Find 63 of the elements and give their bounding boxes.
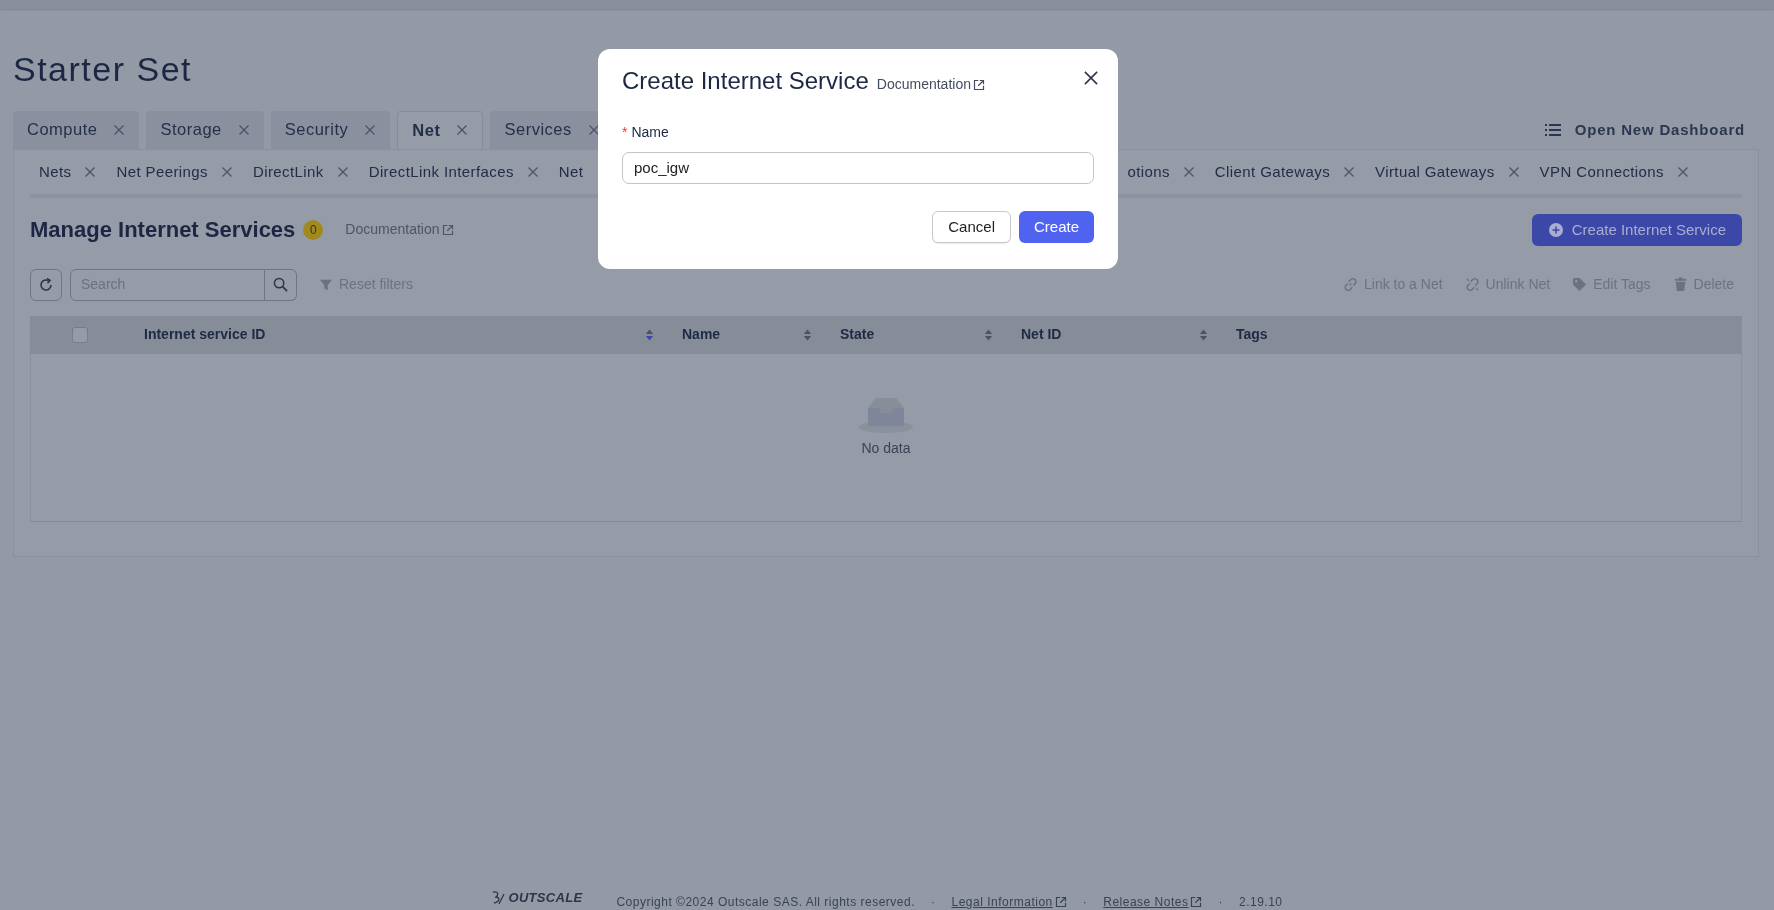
external-link-icon xyxy=(441,223,454,236)
footer-link[interactable]: Release Notes xyxy=(1103,893,1203,910)
sub-tab[interactable]: Virtual Gateways xyxy=(1366,160,1529,184)
column-header: State xyxy=(840,325,875,345)
documentation-link[interactable]: Documentation xyxy=(876,74,985,95)
select-all-checkbox[interactable] xyxy=(72,326,88,343)
close-icon xyxy=(587,123,600,136)
sub-tab[interactable]: Nets xyxy=(30,160,106,184)
separator-dot: · xyxy=(931,894,936,910)
refresh-button[interactable] xyxy=(30,268,62,301)
tab[interactable]: Compute xyxy=(13,110,140,149)
tab[interactable]: Storage xyxy=(146,110,264,149)
open-dashboard-button[interactable]: Open New Dashboard xyxy=(1538,117,1759,143)
column-header: Net ID xyxy=(1021,325,1062,345)
sub-tab[interactable]: Client Gateways xyxy=(1205,160,1365,184)
sub-tab[interactable]: VPN Connections xyxy=(1530,160,1698,184)
sub-tab[interactable]: otions xyxy=(1118,160,1204,184)
external-link-icon xyxy=(1190,896,1203,908)
column-header: Internet service ID xyxy=(144,325,266,345)
footer-text: Copyright ©2024 Outscale SAS. All rights reserved. xyxy=(616,894,915,910)
trash-icon xyxy=(1672,277,1688,293)
external-link-icon xyxy=(972,78,985,91)
required-mark: * xyxy=(622,122,628,142)
search-icon xyxy=(273,277,288,293)
external-link-icon xyxy=(1054,896,1067,908)
close-button[interactable] xyxy=(1082,69,1100,87)
section-title: Manage Internet Services xyxy=(30,216,296,243)
list-icon xyxy=(1544,122,1561,137)
cancel-button[interactable]: Cancel xyxy=(932,210,1011,243)
close-icon xyxy=(456,124,469,137)
sub-tab[interactable]: Net xyxy=(549,160,593,184)
dialog-title: Create Internet Service xyxy=(622,67,869,96)
close-icon xyxy=(113,123,126,136)
tag-icon xyxy=(1572,277,1588,293)
plus-circle-icon xyxy=(1547,221,1564,238)
sub-tab[interactable]: DirectLink xyxy=(243,160,358,184)
brand-name: OUTSCALE xyxy=(508,889,583,908)
separator-dot: · xyxy=(1082,894,1088,910)
documentation-link[interactable]: Documentation xyxy=(345,219,454,241)
filter-icon xyxy=(319,277,333,292)
column-header: Name xyxy=(682,325,721,345)
close-icon xyxy=(237,123,250,136)
tab[interactable]: Security xyxy=(270,110,391,149)
create-button[interactable]: Create Internet Service xyxy=(1531,213,1742,246)
link-icon xyxy=(1343,277,1358,293)
column-header: Tags xyxy=(1236,325,1268,345)
sub-tab[interactable]: DirectLink Interfaces xyxy=(359,160,548,184)
search-button[interactable] xyxy=(265,268,297,301)
separator-dot: · xyxy=(1218,894,1223,910)
broken-link-icon xyxy=(1464,277,1480,293)
tab[interactable]: Net xyxy=(397,110,484,149)
sub-tab[interactable]: Net Peerings xyxy=(107,160,242,184)
footer-text: 2.19.10 xyxy=(1238,894,1283,910)
close-icon xyxy=(1084,71,1098,85)
count-badge: 0 xyxy=(303,219,324,240)
input-field[interactable]: poc_igw xyxy=(622,151,1094,184)
page-title: Starter Set xyxy=(13,49,192,90)
footer-link[interactable]: Legal Information xyxy=(951,893,1067,910)
create-button[interactable]: Create xyxy=(1018,210,1094,243)
empty-message: No data xyxy=(861,438,911,458)
field-label: Name xyxy=(631,122,669,142)
refresh-icon xyxy=(38,276,54,293)
close-icon xyxy=(364,123,377,136)
